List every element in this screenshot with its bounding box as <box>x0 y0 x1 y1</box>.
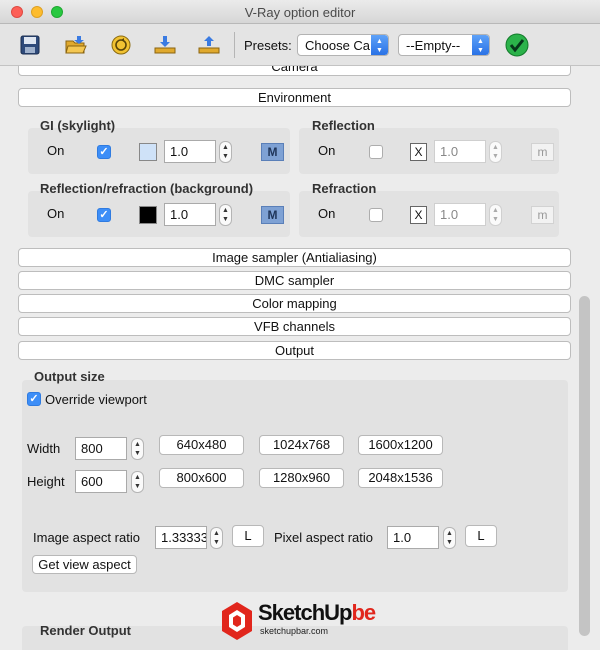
apply-preset-button[interactable] <box>503 31 531 59</box>
preset-size-button[interactable]: 1600x1200 <box>358 435 443 455</box>
refraction-title: Refraction <box>312 181 377 196</box>
reset-icon <box>111 35 131 55</box>
chevron-updown-icon: ▲ ▼ <box>371 35 388 55</box>
export-button[interactable] <box>195 31 223 59</box>
section-color-mapping[interactable]: Color mapping <box>18 294 571 313</box>
presets-label: Presets: <box>244 38 292 53</box>
save-button[interactable] <box>16 31 44 59</box>
section-output[interactable]: Output <box>18 341 571 360</box>
export-icon <box>198 36 220 54</box>
sketchup-logo-icon <box>222 602 252 640</box>
section-vfb-channels[interactable]: VFB channels <box>18 317 571 336</box>
import-icon <box>154 36 176 54</box>
image-aspect-input[interactable]: 1.33333 <box>155 526 207 549</box>
apply-check-icon <box>505 33 529 57</box>
refl-refr-multiplier-input[interactable]: 1.0 <box>164 203 216 226</box>
height-stepper[interactable]: ▲ ▼ <box>131 471 144 493</box>
width-input[interactable]: 800 <box>75 437 127 460</box>
watermark-site: sketchupbar.com <box>260 626 329 636</box>
reflection-title: Reflection <box>312 118 375 133</box>
chevron-updown-icon: ▲ ▼ <box>472 35 489 55</box>
get-view-aspect-button[interactable]: Get view aspect <box>32 555 137 574</box>
reflection-multiplier-input[interactable]: 1.0 <box>434 140 486 163</box>
preset-size-button[interactable]: 1024x768 <box>259 435 344 455</box>
width-stepper[interactable]: ▲ ▼ <box>131 438 144 460</box>
pixel-aspect-lock-button[interactable]: L <box>465 525 497 547</box>
reflection-map-button[interactable]: m <box>531 143 554 161</box>
height-input[interactable]: 600 <box>75 470 127 493</box>
import-button[interactable] <box>151 31 179 59</box>
gi-color-swatch[interactable] <box>139 143 157 161</box>
preset-size-button[interactable]: 1280x960 <box>259 468 344 488</box>
title-bar: V-Ray option editor <box>0 0 600 24</box>
section-camera[interactable]: Camera <box>18 66 571 76</box>
height-label: Height <box>27 474 65 489</box>
open-folder-icon <box>65 36 87 54</box>
toolbar: Presets: Choose Ca ▲ ▼ --Empty-- ▲ ▼ <box>0 24 600 66</box>
preset-category-select[interactable]: Choose Ca ▲ ▼ <box>297 34 389 56</box>
refl-refr-background-title: Reflection/refraction (background) <box>40 181 254 196</box>
preset-size-button[interactable]: 2048x1536 <box>358 468 443 488</box>
section-dmc-sampler[interactable]: DMC sampler <box>18 271 571 290</box>
reset-button[interactable] <box>107 31 135 59</box>
refl-refr-on-checkbox[interactable]: ✓ <box>97 208 111 222</box>
refraction-multiplier-input[interactable]: 1.0 <box>434 203 486 226</box>
reflection-color-swatch[interactable]: X <box>410 143 427 161</box>
refl-refr-color-swatch[interactable] <box>139 206 157 224</box>
refraction-multiplier-stepper[interactable]: ▲ ▼ <box>489 204 502 226</box>
refl-refr-on-label: On <box>47 206 65 221</box>
refl-refr-map-button[interactable]: M <box>261 206 284 224</box>
preset-size-button[interactable]: 800x600 <box>159 468 244 488</box>
preset-value-select[interactable]: --Empty-- ▲ ▼ <box>398 34 490 56</box>
render-output-title: Render Output <box>40 623 131 638</box>
sketchupbar-watermark: SketchUpbe sketchupbar.com <box>220 598 380 646</box>
gi-on-label: On <box>47 143 65 158</box>
width-label: Width <box>27 441 61 456</box>
window-title: V-Ray option editor <box>244 5 356 20</box>
reflection-on-label: On <box>318 143 336 158</box>
pixel-aspect-input[interactable]: 1.0 <box>387 526 439 549</box>
open-button[interactable] <box>62 31 90 59</box>
toolbar-separator <box>234 32 235 58</box>
section-image-sampler[interactable]: Image sampler (Antialiasing) <box>18 248 571 267</box>
gi-multiplier-input[interactable]: 1.0 <box>164 140 216 163</box>
image-aspect-label: Image aspect ratio <box>33 530 140 545</box>
output-size-title: Output size <box>34 369 105 384</box>
section-environment[interactable]: Environment <box>18 88 571 107</box>
refl-refr-background-group <box>28 191 290 237</box>
image-aspect-stepper[interactable]: ▲ ▼ <box>210 527 223 549</box>
override-viewport-checkbox[interactable]: ✓ <box>27 392 41 406</box>
pixel-aspect-stepper[interactable]: ▲ ▼ <box>443 527 456 549</box>
gi-skylight-title: GI (skylight) <box>40 118 116 133</box>
gi-skylight-group <box>28 128 290 174</box>
refraction-map-button[interactable]: m <box>531 206 554 224</box>
save-icon <box>20 35 40 55</box>
preset-size-button[interactable]: 640x480 <box>159 435 244 455</box>
gi-on-checkbox[interactable]: ✓ <box>97 145 111 159</box>
image-aspect-lock-button[interactable]: L <box>232 525 264 547</box>
reflection-group <box>299 128 559 174</box>
refraction-color-swatch[interactable]: X <box>410 206 427 224</box>
refraction-group <box>299 191 559 237</box>
gi-map-button[interactable]: M <box>261 143 284 161</box>
vertical-scrollbar-thumb[interactable] <box>579 296 590 636</box>
preset-category-value: Choose Ca <box>305 38 371 53</box>
refl-refr-multiplier-stepper[interactable]: ▲ ▼ <box>219 204 232 226</box>
refraction-on-checkbox[interactable] <box>369 208 383 222</box>
pixel-aspect-label: Pixel aspect ratio <box>274 530 373 545</box>
options-panel[interactable]: Camera Environment GI (skylight) On ✓ 1.… <box>0 66 600 650</box>
preset-value: --Empty-- <box>406 38 461 53</box>
refraction-on-label: On <box>318 206 336 221</box>
reflection-multiplier-stepper[interactable]: ▲ ▼ <box>489 141 502 163</box>
reflection-on-checkbox[interactable] <box>369 145 383 159</box>
watermark-brand: SketchUpbe <box>258 600 376 625</box>
gi-multiplier-stepper[interactable]: ▲ ▼ <box>219 141 232 163</box>
override-viewport-label: Override viewport <box>45 392 147 407</box>
